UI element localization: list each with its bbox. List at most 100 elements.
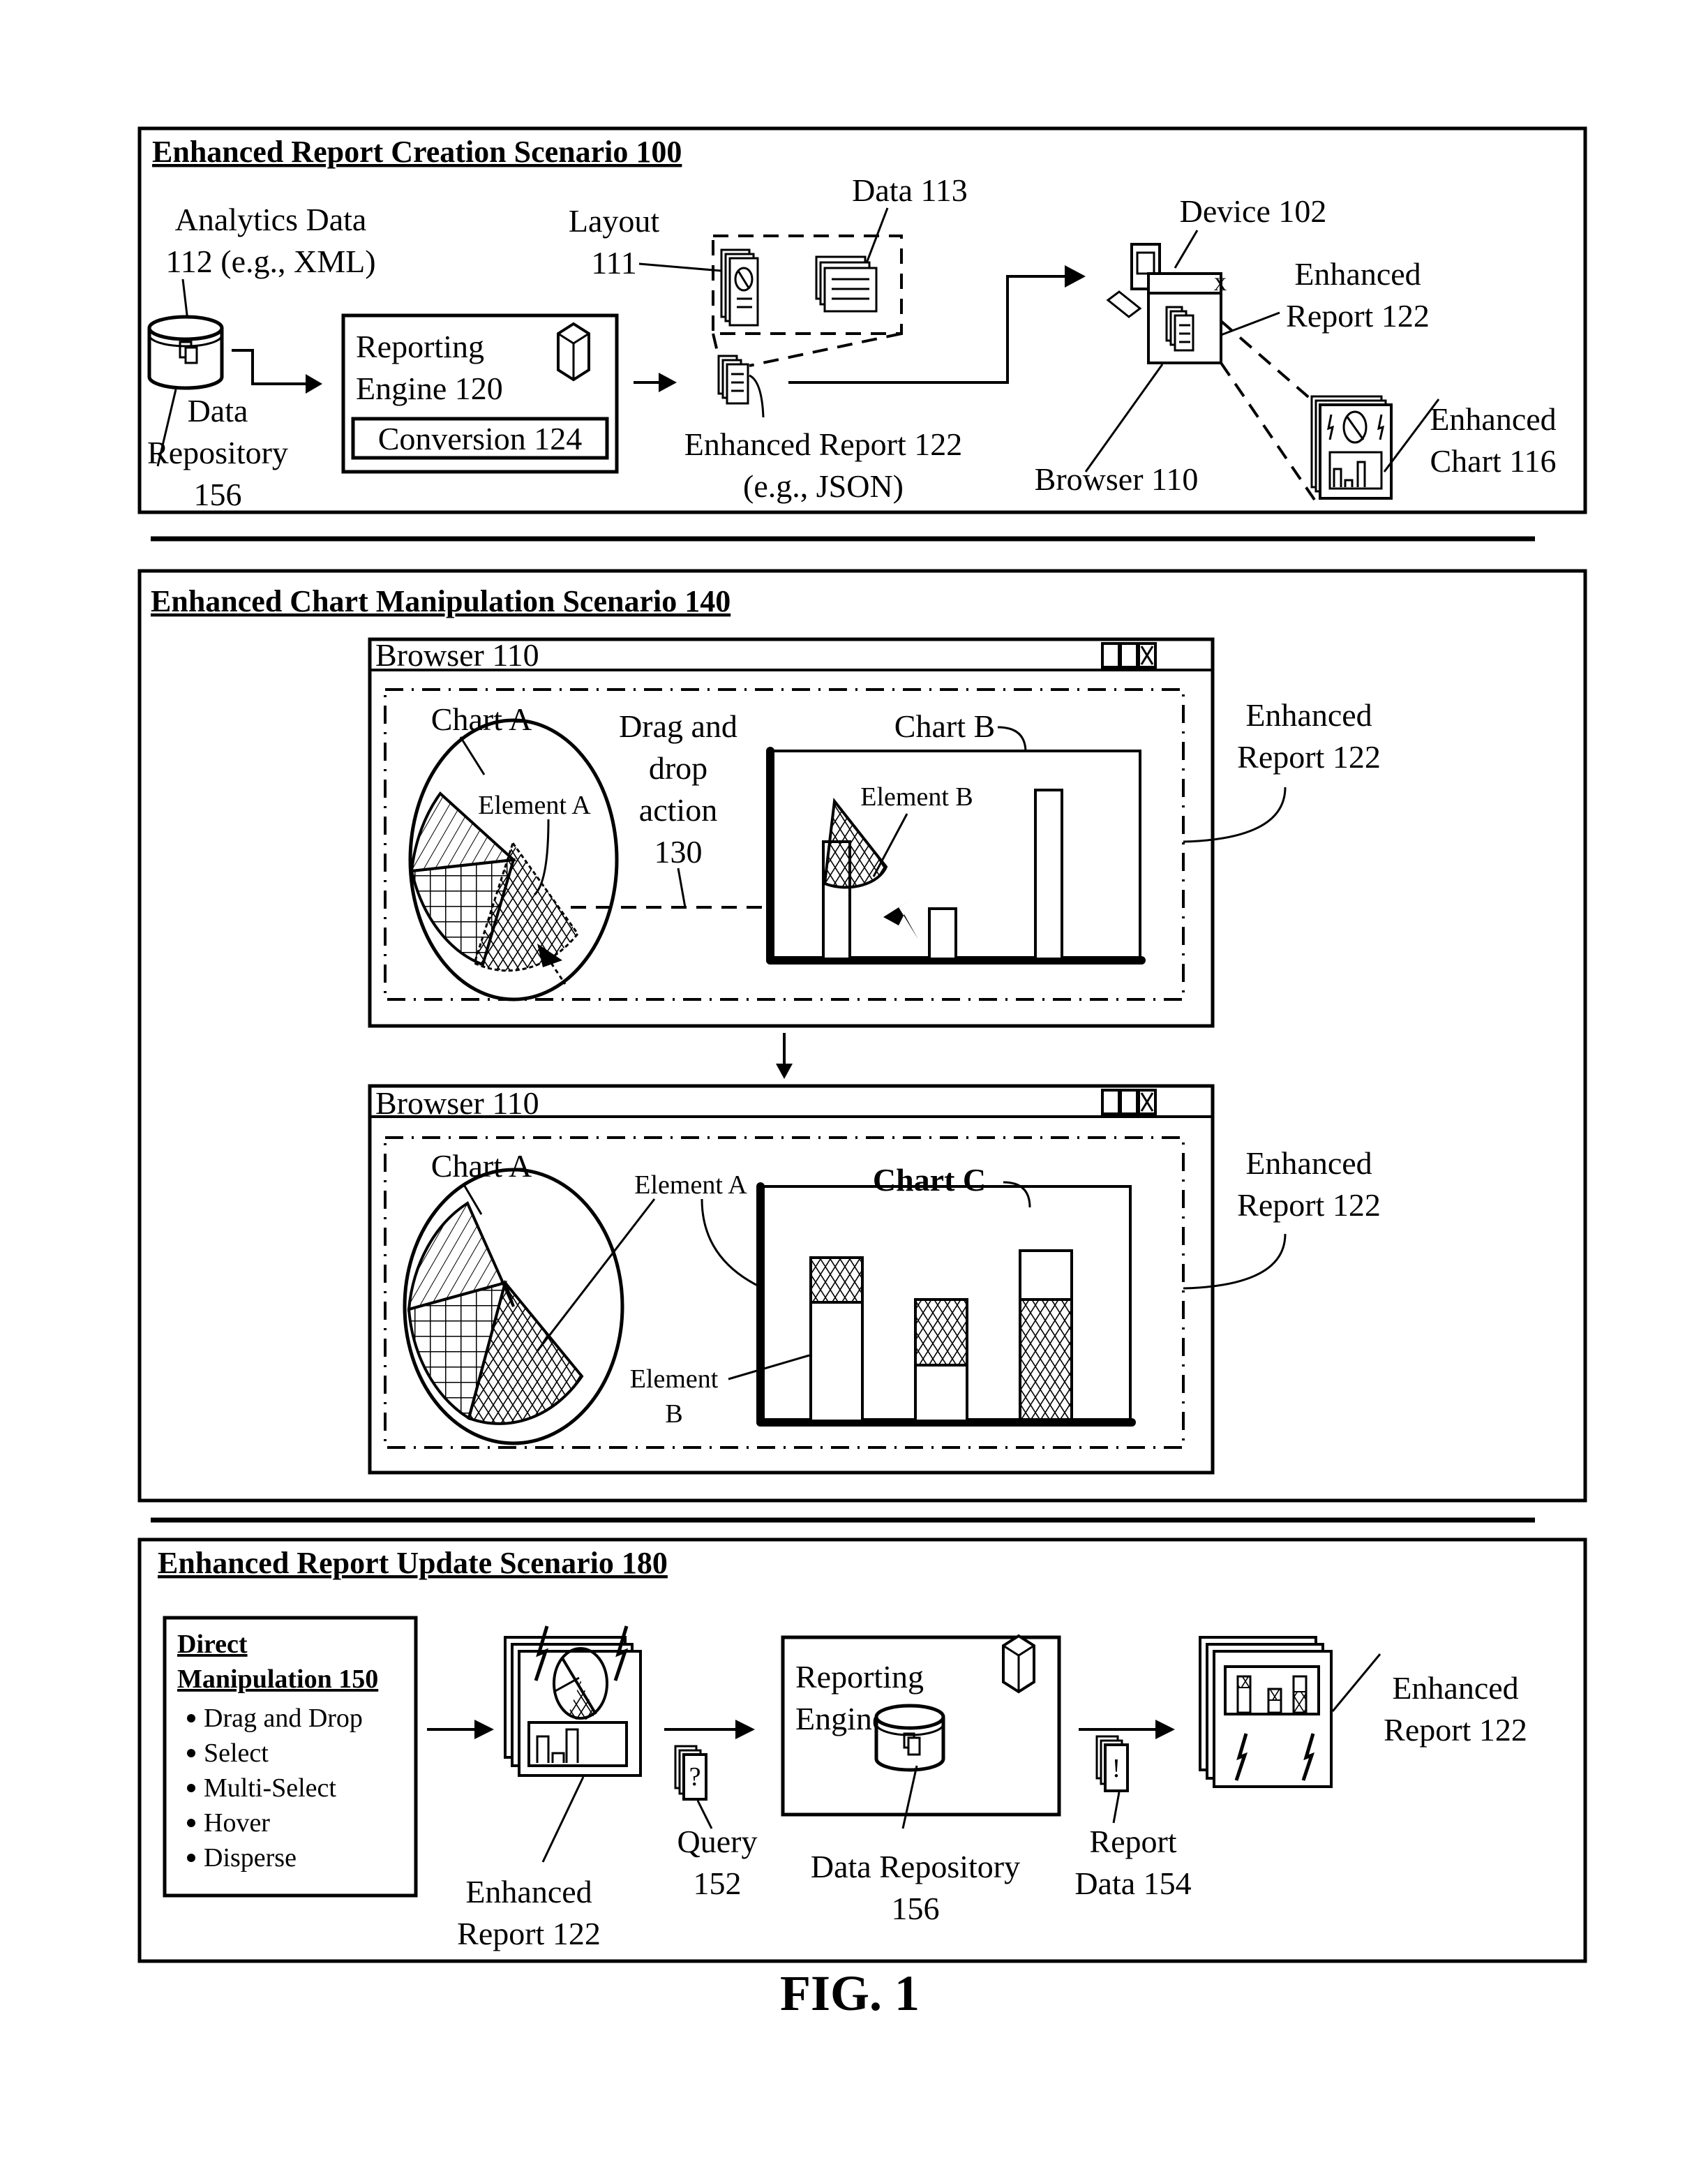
figure-label: FIG. 1 [780,1965,920,2021]
direct-manipulation-heading-1: Direct [177,1630,248,1659]
query-document-icon: ? [674,1745,707,1801]
bullet-icon [187,1749,195,1757]
bar-segment[interactable] [1019,1298,1073,1422]
bar-segment-element-a[interactable] [809,1256,864,1304]
list-item: Multi-Select [187,1773,336,1803]
list-item-label: Hover [204,1808,270,1838]
minimize-button[interactable] [1101,642,1121,669]
enhanced-report-right-label-1: Enhanced [1392,1670,1518,1706]
maximize-button[interactable] [1119,1089,1139,1115]
enhanced-chart-document-icon [1310,395,1393,500]
enhanced-report-left-label-1: Enhanced [465,1874,592,1909]
analytics-data-number: 112 (e.g., XML) [165,244,375,279]
panel-report-update: Enhanced Report Update Scenario 180 Dire… [137,1538,1587,1963]
panel-title: Enhanced Report Update Scenario 180 [158,1546,668,1580]
drag-action-label-1: Drag and [619,708,737,744]
enhanced-report-right-label-1: Enhanced [1294,256,1421,292]
element-b-label-2: B [665,1399,682,1429]
reporting-engine-label-1: Reporting [356,329,484,364]
drag-action-label-4: 130 [654,834,703,870]
bullet-icon [187,1714,195,1722]
data-document-icon [815,255,878,313]
enhanced-report-document-icon [504,1625,642,1777]
bullet-icon [187,1784,195,1792]
list-item-label: Multi-Select [204,1773,336,1803]
conversion-label: Conversion 124 [378,421,583,456]
drag-action-label-3: action [639,792,717,828]
enhanced-report-right-label-2: Report 122 [1384,1712,1527,1748]
list-item: Drag and Drop [187,1704,363,1733]
layout-label: Layout [569,203,660,239]
enhanced-report-label: Enhanced Report 122 [684,426,963,462]
drag-action-label-2: drop [649,750,707,786]
enhanced-report-right-label-2: Report 122 [1286,298,1430,334]
element-b-label-1: Element [630,1364,719,1394]
bullet-icon [187,1819,195,1827]
list-item-label: Drag and Drop [204,1704,363,1733]
question-mark-icon: ? [689,1762,701,1792]
list-item-label: Disperse [204,1843,297,1873]
enhanced-report-left-label-2: Report 122 [457,1916,601,1951]
list-item-label: Select [204,1739,269,1768]
data-113-label: Data 113 [852,172,968,208]
maximize-button[interactable] [1119,642,1139,669]
chart-a-label: Chart A [431,1148,532,1184]
server-icon [1002,1634,1035,1694]
browser-title: Browser 110 [375,1085,539,1121]
bullet-icon [187,1854,195,1862]
database-icon [874,1704,945,1772]
bar-chart-c [756,1182,1136,1427]
bar-segment[interactable] [914,1364,968,1422]
device-label: Device 102 [1180,193,1327,229]
browser-label: Browser 110 [1035,461,1199,497]
patent-figure-canvas: Enhanced Report Creation Scenario 100 An… [137,126,1587,2021]
bar[interactable] [1034,789,1063,960]
reporting-engine-label-1: Reporting [795,1659,924,1695]
direct-manipulation-heading-2: Manipulation 150 [177,1665,378,1694]
element-a-label: Element A [634,1170,747,1200]
layout-document-icon [720,248,759,327]
enhanced-report-label-after-1: Enhanced [1245,1145,1372,1181]
enhanced-report-label-before-1: Enhanced [1245,697,1372,733]
data-repository-label-3: 156 [194,477,242,512]
panel-report-creation: Enhanced Report Creation Scenario 100 An… [137,126,1587,514]
exclamation-icon: ! [1112,1754,1121,1783]
pie-chart-a-after [403,1168,624,1445]
data-repository-label-1: Data Repository [811,1849,1020,1884]
enhanced-report-label-after-2: Report 122 [1237,1187,1381,1223]
browser-window-icon: _ X [1147,272,1227,364]
bar-segment-element-b[interactable] [809,1301,864,1422]
window-control-buttons [1101,642,1157,669]
data-repository-label-2: Repository [147,435,288,470]
enhanced-report-format: (e.g., JSON) [743,468,904,504]
bar-segment[interactable] [914,1298,968,1367]
report-data-document-icon: ! [1095,1735,1129,1792]
enhanced-chart-label-2: Chart 116 [1430,443,1557,479]
window-control-buttons [1101,1089,1157,1115]
minimize-button[interactable] [1101,1089,1121,1115]
data-repository-label-2: 156 [892,1891,940,1926]
server-icon [557,322,590,382]
database-icon [147,315,224,390]
chart-c-label: Chart C [873,1162,986,1198]
chart-b-label: Chart B [894,708,995,744]
reporting-engine-label-2: Engine 120 [356,371,503,406]
chart-a-label: Chart A [431,701,532,737]
layout-number: 111 [591,245,637,281]
list-item: Disperse [187,1843,297,1873]
element-b-label: Element B [860,782,973,812]
query-label-2: 152 [694,1866,742,1901]
window-controls: _ X [1199,274,1227,295]
bar-segment[interactable] [1019,1249,1073,1301]
data-repository-label-1: Data [188,393,248,429]
report-data-label-2: Data 154 [1074,1866,1191,1901]
report-data-label-1: Report [1089,1824,1176,1859]
panel-title: Enhanced Chart Manipulation Scenario 140 [151,584,731,618]
enhanced-report-updated-document-icon [1199,1636,1333,1788]
browser-window-after: Browser 110 Chart A Element A Chart C El… [368,1084,1215,1475]
bar[interactable] [928,907,957,960]
query-label-1: Query [677,1824,758,1859]
enhanced-chart-label-1: Enhanced [1430,401,1556,437]
enhanced-report-label-before-2: Report 122 [1237,739,1381,775]
element-a-label: Element A [478,791,591,820]
